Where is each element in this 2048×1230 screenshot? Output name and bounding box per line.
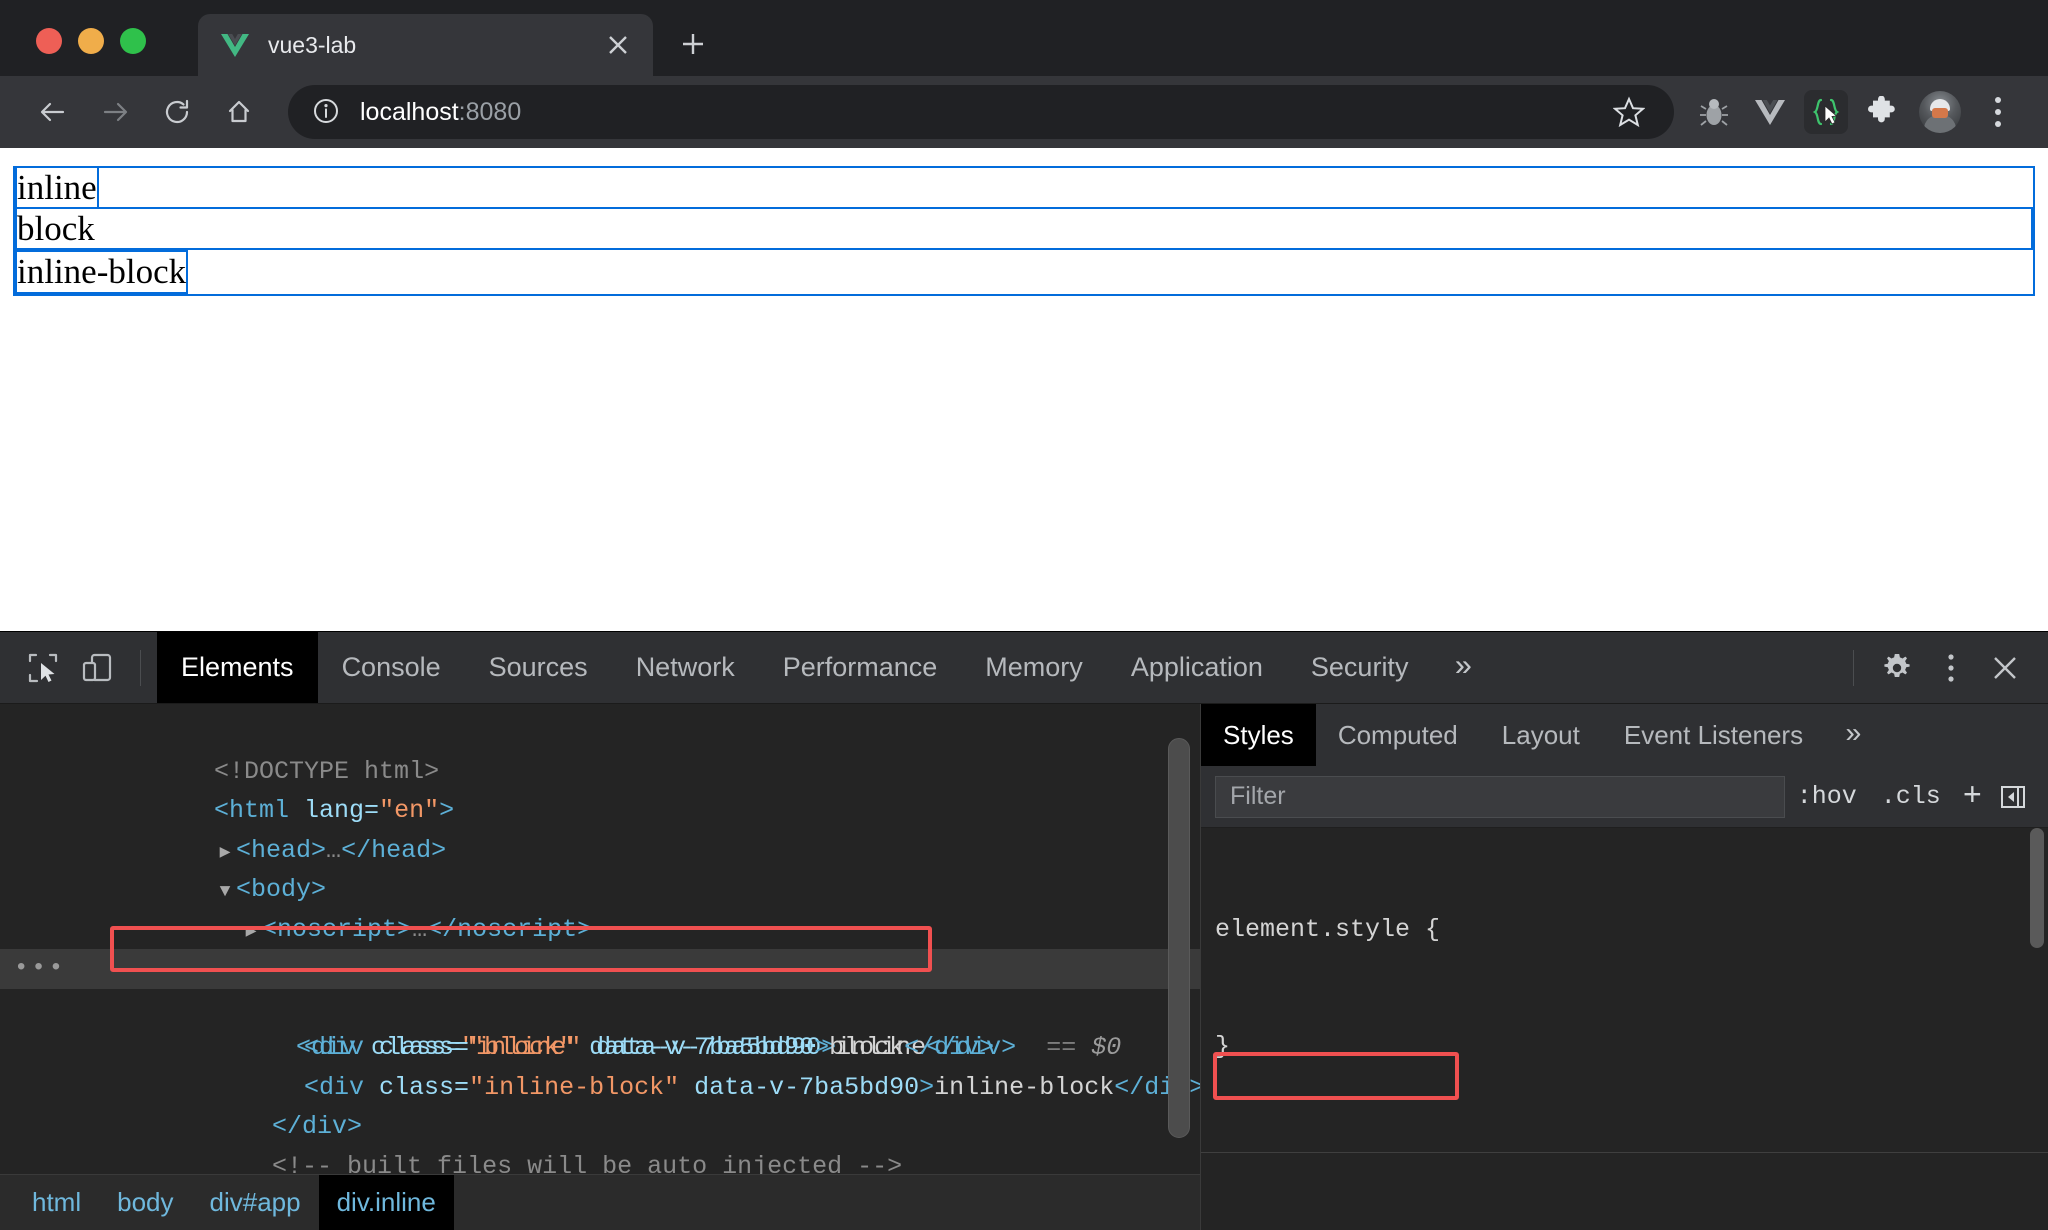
page-viewport: inline block inline-block [0, 148, 2048, 631]
browser-tab-vue3-lab[interactable]: vue3-lab [198, 14, 653, 76]
show-all-nodes-ellipsis[interactable]: ••• [14, 956, 66, 981]
address-bar[interactable]: localhost:8080 [288, 85, 1674, 139]
window-traffic-lights [36, 28, 146, 54]
styles-filter-input[interactable]: Filter [1215, 775, 1785, 818]
browser-window: vue3-lab localhost:8080 inline block inl… [0, 0, 2048, 1230]
chevron-double-right-icon[interactable]: » [1825, 704, 1882, 766]
inline-line: inline [15, 166, 2033, 209]
device-toolbar-icon[interactable] [70, 641, 124, 695]
tab-network[interactable]: Network [612, 632, 759, 703]
back-arrow-icon[interactable] [22, 81, 84, 143]
tab-elements[interactable]: Elements [157, 632, 318, 703]
inline-block-line: inline-block [15, 250, 2033, 294]
selector-element-style[interactable]: element.style [1215, 915, 1410, 944]
forward-arrow-icon[interactable] [84, 81, 146, 143]
page-box-block: block [15, 207, 2033, 251]
devtools-tab-list: Elements Console Sources Network Perform… [157, 632, 1837, 703]
settings-gear-icon[interactable] [1870, 641, 1924, 695]
devtools-toolbar-actions [1837, 641, 2032, 695]
puzzle-extensions-icon[interactable] [1854, 84, 1910, 140]
breadcrumb-item-html[interactable]: html [14, 1175, 99, 1230]
devtools-toolbar: Elements Console Sources Network Perform… [0, 632, 2048, 704]
dom-row-doctype[interactable]: <!DOCTYPE html> [0, 712, 1200, 786]
dom-row-div-inline[interactable]: ••• <div class="inline" data-v-7ba5bd90>… [0, 949, 1200, 1062]
page-box-inline: inline [15, 166, 99, 209]
rule-divider [1201, 1152, 2048, 1153]
dom-row-div-inline-block[interactable]: <div class="inline-block" data-v-7ba5bd9… [0, 1028, 1200, 1102]
address-bar-url: localhost:8080 [360, 98, 521, 127]
dom-row-html[interactable]: <html lang="en"> [0, 752, 1200, 825]
tab-performance[interactable]: Performance [759, 632, 962, 703]
tab-styles[interactable]: Styles [1201, 704, 1316, 766]
style-rule-element-style[interactable]: element.style { } [1201, 832, 2048, 1144]
page-box-inline-block: inline-block [15, 250, 189, 294]
style-rule-inline-scoped[interactable]: <style>.inline[data-v-7ba5bd90] { displa… [1201, 1161, 2048, 1230]
close-window-button[interactable] [36, 28, 62, 54]
dom-tree-pane: <!DOCTYPE html> <html lang="en"> ▶ <head>… [0, 704, 1200, 1230]
tab-security[interactable]: Security [1287, 632, 1433, 703]
dom-row-app-close[interactable]: </div> [0, 1068, 1200, 1141]
reload-icon[interactable] [146, 81, 208, 143]
vue-devtools-icon[interactable] [1742, 84, 1798, 140]
code-cursor-icon[interactable] [1804, 90, 1848, 134]
maximize-window-button[interactable] [120, 28, 146, 54]
close-icon[interactable] [1978, 641, 2032, 695]
styles-scrollbar[interactable] [2030, 828, 2044, 948]
breadcrumb: html body div#app div.inline [0, 1174, 1200, 1230]
dom-row-app[interactable]: ▼<div id="app" data-v-app> [0, 910, 1200, 983]
toggle-computed-sidebar-button[interactable] [1992, 784, 2034, 810]
breadcrumb-item-body[interactable]: body [99, 1175, 191, 1230]
chevron-double-right-icon[interactable]: » [1432, 632, 1494, 703]
home-icon[interactable] [208, 81, 270, 143]
browser-chrome: vue3-lab localhost:8080 [0, 0, 2048, 148]
three-dot-menu-icon[interactable] [1970, 84, 2026, 140]
tab-application[interactable]: Application [1107, 632, 1287, 703]
dom-row-noscript[interactable]: ▶ <noscript>…</noscript> [0, 870, 1200, 944]
star-icon[interactable] [1606, 89, 1652, 135]
dom-tree[interactable]: <!DOCTYPE html> <html lang="en"> ▶ <head>… [0, 704, 1200, 1174]
tab-memory[interactable]: Memory [961, 632, 1107, 703]
dom-row-body[interactable]: ▼ <body> [0, 831, 1200, 904]
actions-divider [1853, 649, 1854, 686]
dom-tree-scrollbar[interactable] [1168, 738, 1190, 1138]
styles-pane: Styles Computed Layout Event Listeners »… [1200, 704, 2048, 1230]
app-root-div: inline block inline-block [13, 166, 2035, 296]
breadcrumb-item-div-inline[interactable]: div.inline [318, 1175, 454, 1230]
new-tab-button[interactable] [669, 20, 717, 68]
vue-logo-icon [220, 30, 250, 60]
tab-console[interactable]: Console [318, 632, 465, 703]
devtools-panel: Elements Console Sources Network Perform… [0, 631, 2048, 1230]
styles-rule-list[interactable]: element.style { } <style>.inline[data-v-… [1201, 828, 2048, 1230]
styles-filter-bar: Filter :hov .cls + [1201, 766, 2048, 828]
toolbar-divider [140, 649, 141, 686]
profile-avatar[interactable] [1919, 91, 1961, 133]
styles-tab-list: Styles Computed Layout Event Listeners » [1201, 704, 2048, 766]
tab-computed[interactable]: Computed [1316, 704, 1480, 766]
minimize-window-button[interactable] [78, 28, 104, 54]
dom-row-div-block[interactable]: <div class="block" data-v-7ba5bd90>block… [0, 989, 1200, 1062]
bug-icon[interactable] [1686, 84, 1742, 140]
browser-toolbar: localhost:8080 [0, 76, 2048, 148]
dom-row-head[interactable]: ▶ <head>…</head> [0, 791, 1200, 865]
devtools-body: <!DOCTYPE html> <html lang="en"> ▶ <head>… [0, 704, 2048, 1230]
url-host: localhost [360, 97, 459, 126]
new-style-rule-button[interactable]: + [1953, 778, 1992, 815]
three-dot-menu-icon[interactable] [1924, 641, 1978, 695]
dom-row-comment[interactable]: <!-- built files will be auto injected -… [0, 1107, 1200, 1175]
inspect-element-icon[interactable] [16, 641, 70, 695]
hov-toggle-button[interactable]: :hov [1785, 782, 1869, 811]
url-port: :8080 [458, 97, 522, 126]
breadcrumb-item-div-app[interactable]: div#app [192, 1175, 319, 1230]
dom-row-script[interactable]: <script type="text/javascript" src="/js/… [0, 1147, 1200, 1175]
tab-event-listeners[interactable]: Event Listeners [1602, 704, 1825, 766]
tab-strip: vue3-lab [0, 0, 2048, 76]
tab-title: vue3-lab [268, 31, 357, 58]
tab-sources[interactable]: Sources [465, 632, 612, 703]
close-icon[interactable] [601, 28, 635, 62]
cls-toggle-button[interactable]: .cls [1869, 782, 1953, 811]
info-circle-icon[interactable] [312, 97, 342, 127]
tab-layout[interactable]: Layout [1480, 704, 1602, 766]
